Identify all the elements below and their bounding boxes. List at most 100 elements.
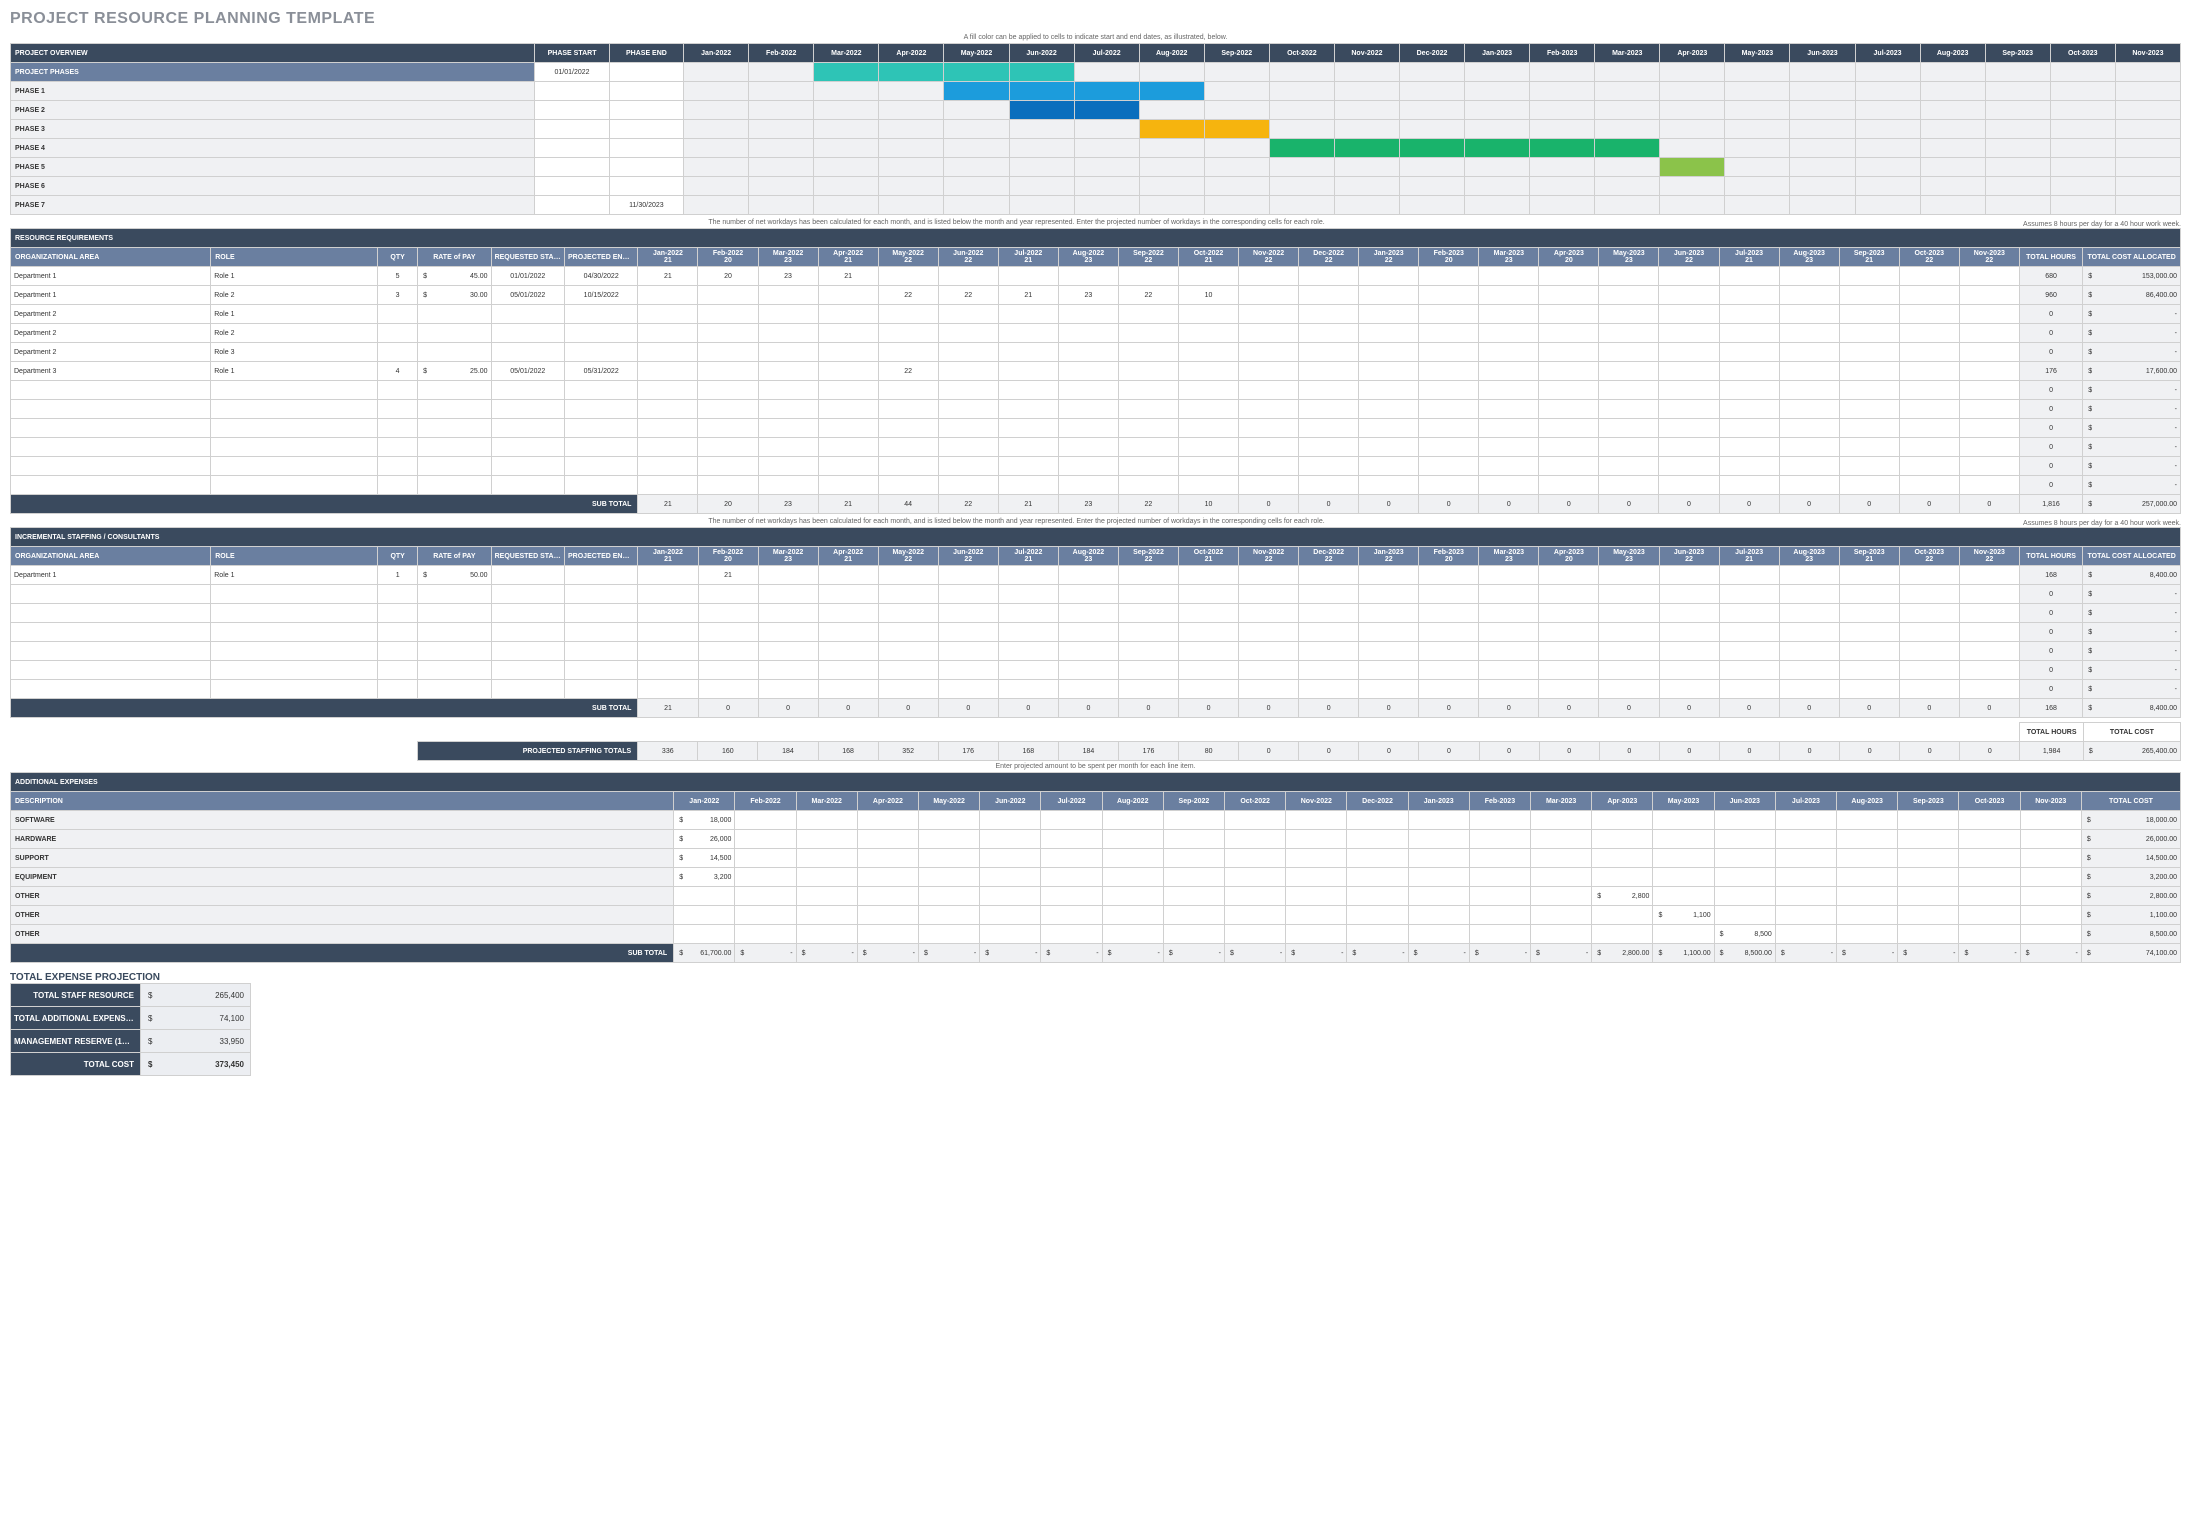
org-cell[interactable]	[11, 419, 211, 438]
day-cell[interactable]	[1719, 286, 1779, 305]
day-cell[interactable]	[1058, 623, 1118, 642]
day-cell[interactable]	[1299, 623, 1359, 642]
gantt-cell[interactable]	[684, 101, 749, 120]
tcost-cell[interactable]: 17,600.00	[2083, 362, 2181, 381]
pend-cell[interactable]	[564, 457, 637, 476]
exp-val[interactable]	[1592, 925, 1653, 944]
day-cell[interactable]	[878, 585, 938, 604]
exp-val[interactable]	[735, 887, 796, 906]
exp-desc[interactable]: HARDWARE	[11, 830, 674, 849]
sub-day[interactable]: 0	[878, 699, 938, 718]
org-cell[interactable]	[11, 642, 211, 661]
phase-start[interactable]	[535, 82, 609, 101]
role-cell[interactable]	[211, 381, 378, 400]
day-cell[interactable]	[1058, 457, 1118, 476]
day-cell[interactable]	[1178, 438, 1238, 457]
org-cell[interactable]	[11, 623, 211, 642]
gantt-cell[interactable]	[2050, 139, 2115, 158]
day-cell[interactable]	[758, 400, 818, 419]
grand-day[interactable]: 0	[1900, 742, 1960, 761]
phase-end[interactable]	[609, 120, 683, 139]
gantt-cell[interactable]	[1139, 177, 1204, 196]
gantt-cell[interactable]	[944, 139, 1009, 158]
exp-val[interactable]	[1469, 887, 1530, 906]
day-cell[interactable]	[1118, 305, 1178, 324]
day-cell[interactable]	[1719, 267, 1779, 286]
day-cell[interactable]	[1899, 661, 1959, 680]
exp-val[interactable]	[1898, 811, 1959, 830]
exp-sub-val[interactable]: -	[857, 944, 918, 963]
exp-val[interactable]	[1225, 849, 1286, 868]
day-cell[interactable]	[1539, 419, 1599, 438]
gantt-cell[interactable]	[814, 158, 879, 177]
day-cell[interactable]	[1599, 476, 1659, 495]
day-cell[interactable]	[1178, 476, 1238, 495]
day-cell[interactable]	[1359, 286, 1419, 305]
day-cell[interactable]	[1118, 585, 1178, 604]
pend-cell[interactable]	[565, 585, 638, 604]
gantt-cell[interactable]	[2115, 63, 2180, 82]
day-cell[interactable]	[1719, 623, 1779, 642]
gantt-cell[interactable]	[944, 158, 1009, 177]
gantt-cell[interactable]	[749, 177, 814, 196]
day-cell[interactable]	[1299, 642, 1359, 661]
sub-day[interactable]: 0	[1839, 495, 1899, 514]
gantt-cell[interactable]	[1465, 101, 1530, 120]
qty-cell[interactable]	[378, 623, 418, 642]
day-cell[interactable]	[1659, 267, 1719, 286]
exp-val[interactable]	[1225, 906, 1286, 925]
exp-val[interactable]	[980, 906, 1041, 925]
day-cell[interactable]	[1839, 680, 1899, 699]
role-cell[interactable]	[211, 680, 378, 699]
pend-cell[interactable]	[564, 305, 637, 324]
day-cell[interactable]	[1359, 585, 1419, 604]
day-cell[interactable]	[818, 362, 878, 381]
day-cell[interactable]	[1419, 661, 1479, 680]
day-cell[interactable]	[1539, 324, 1599, 343]
rate-cell[interactable]: 25.00	[418, 362, 491, 381]
day-cell[interactable]	[758, 642, 818, 661]
gantt-cell[interactable]	[1399, 196, 1464, 215]
exp-sub-val[interactable]: 2,800.00	[1592, 944, 1653, 963]
day-cell[interactable]	[1599, 362, 1659, 381]
gantt-cell[interactable]	[1660, 120, 1725, 139]
gantt-cell[interactable]	[1269, 82, 1334, 101]
pend-cell[interactable]: 04/30/2022	[564, 267, 637, 286]
exp-val[interactable]	[1469, 849, 1530, 868]
day-cell[interactable]	[1659, 305, 1719, 324]
exp-val[interactable]: 8,500	[1714, 925, 1775, 944]
exp-sub-val[interactable]: -	[1102, 944, 1163, 963]
day-cell[interactable]	[1659, 381, 1719, 400]
day-cell[interactable]	[1719, 642, 1779, 661]
org-cell[interactable]	[11, 457, 211, 476]
day-cell[interactable]	[1419, 476, 1479, 495]
sub-day[interactable]: 0	[1659, 495, 1719, 514]
gantt-cell[interactable]	[1855, 120, 1920, 139]
org-cell[interactable]	[11, 585, 211, 604]
rate-cell[interactable]	[418, 324, 491, 343]
day-cell[interactable]	[878, 343, 938, 362]
exp-val[interactable]	[980, 830, 1041, 849]
exp-val[interactable]	[1163, 887, 1224, 906]
day-cell[interactable]	[1359, 661, 1419, 680]
gantt-cell[interactable]	[749, 82, 814, 101]
exp-val[interactable]	[1837, 849, 1898, 868]
sub-day[interactable]: 0	[1959, 495, 2019, 514]
day-cell[interactable]	[1178, 381, 1238, 400]
qty-cell[interactable]: 1	[378, 566, 418, 585]
day-cell[interactable]	[1239, 585, 1299, 604]
day-cell[interactable]	[1178, 400, 1238, 419]
gantt-cell[interactable]	[1530, 82, 1595, 101]
day-cell[interactable]	[1599, 457, 1659, 476]
grand-day[interactable]: 0	[1239, 742, 1299, 761]
gantt-cell[interactable]	[1009, 158, 1074, 177]
day-cell[interactable]	[758, 566, 818, 585]
day-cell[interactable]	[818, 476, 878, 495]
gantt-cell[interactable]	[749, 196, 814, 215]
exp-val[interactable]	[1408, 925, 1469, 944]
exp-val[interactable]	[1898, 830, 1959, 849]
day-cell[interactable]	[1599, 585, 1659, 604]
day-cell[interactable]	[1599, 604, 1659, 623]
day-cell[interactable]	[1479, 476, 1539, 495]
tcost-cell[interactable]: 86,400.00	[2083, 286, 2181, 305]
